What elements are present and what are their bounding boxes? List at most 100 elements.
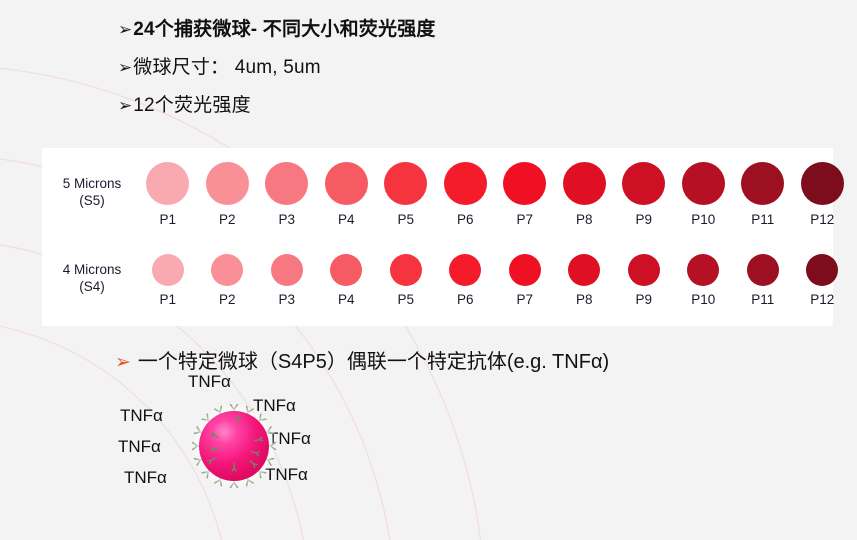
bead-dot bbox=[330, 254, 362, 286]
bead-label: P10 bbox=[691, 292, 715, 307]
bullet-text: 24个捕获微球- 不同大小和荧光强度 bbox=[133, 14, 435, 41]
bead-sphere-group bbox=[192, 404, 276, 488]
slide-canvas: ➢ 24个捕获微球- 不同大小和荧光强度 ➢ 微球尺寸： 4um, 5um ➢ … bbox=[0, 0, 857, 540]
analyte-label: TNFα bbox=[124, 468, 167, 488]
bead-label: P6 bbox=[457, 292, 474, 307]
bead-cells-s5: P1 P2 P3 P4 P5 P6 P7 P8 P9 P10 P11 P12 bbox=[138, 154, 852, 227]
bead-label: P10 bbox=[691, 212, 715, 227]
bead-cell: P12 bbox=[793, 154, 853, 227]
bead-dot bbox=[271, 254, 303, 286]
bead-label: P2 bbox=[219, 212, 236, 227]
bullet-arrow-icon: ➢ bbox=[118, 60, 132, 77]
analyte-label: TNFα bbox=[188, 372, 231, 392]
bead-cell: P6 bbox=[436, 248, 496, 307]
bullet-item-0: ➢ 24个捕获微球- 不同大小和荧光强度 bbox=[118, 14, 436, 41]
antibody-icon bbox=[237, 416, 241, 424]
bead-label: P8 bbox=[576, 292, 593, 307]
bead-cell: P4 bbox=[317, 154, 377, 227]
bead-cell: P5 bbox=[376, 154, 436, 227]
bead-cell: P11 bbox=[733, 154, 793, 227]
bead-cell: P4 bbox=[317, 248, 377, 307]
bead-label: P7 bbox=[516, 212, 533, 227]
bead-row-label-line2: (S5) bbox=[46, 193, 138, 210]
bead-cell: P1 bbox=[138, 154, 198, 227]
bead-cell: P1 bbox=[138, 248, 198, 307]
bead-label: P5 bbox=[397, 292, 414, 307]
bead-label: P4 bbox=[338, 212, 355, 227]
antibody-icon bbox=[232, 463, 236, 471]
bead-label: P11 bbox=[751, 292, 774, 307]
bead-row-label-line1: 5 Microns bbox=[46, 176, 138, 193]
bullet-text: 微球尺寸： 4um, 5um bbox=[133, 52, 321, 79]
bead-dot bbox=[449, 254, 481, 286]
bead-dot bbox=[509, 254, 541, 286]
bead-cell: P5 bbox=[376, 248, 436, 307]
bead-cell: P2 bbox=[198, 248, 258, 307]
bead-dot bbox=[325, 162, 368, 205]
antibody-icon bbox=[251, 451, 259, 455]
bead-cell: P3 bbox=[257, 154, 317, 227]
bead-cell: P9 bbox=[614, 154, 674, 227]
bead-row-label-s5: 5 Microns (S5) bbox=[46, 176, 138, 210]
bead-label: P1 bbox=[159, 292, 176, 307]
bead-label: P3 bbox=[278, 292, 295, 307]
bead-dot bbox=[563, 162, 606, 205]
bullet-item-2: ➢ 12个荧光强度 bbox=[118, 90, 436, 117]
analyte-label: TNFα bbox=[120, 406, 163, 426]
bead-dot bbox=[146, 162, 189, 205]
bead-dot bbox=[568, 254, 600, 286]
bead-dot bbox=[628, 254, 660, 286]
bead-label: P11 bbox=[751, 212, 774, 227]
bead-cell: P7 bbox=[495, 154, 555, 227]
bead-cell: P8 bbox=[555, 248, 615, 307]
bullet-arrow-icon: ➢ bbox=[118, 98, 132, 115]
bullet-item-1: ➢ 微球尺寸： 4um, 5um bbox=[118, 52, 436, 79]
bead-row-label-s4: 4 Microns (S4) bbox=[46, 262, 138, 296]
bead-label: P9 bbox=[635, 292, 652, 307]
bead-row-label-line2: (S4) bbox=[46, 279, 138, 296]
bead-dot bbox=[682, 162, 725, 205]
bead-label: P12 bbox=[810, 212, 834, 227]
bead-label: P5 bbox=[397, 212, 414, 227]
antibody-icon bbox=[208, 458, 216, 464]
bead-cell: P8 bbox=[555, 154, 615, 227]
bead-dot bbox=[211, 254, 243, 286]
bead-cell: P2 bbox=[198, 154, 258, 227]
bullet-arrow-icon: ➢ bbox=[118, 22, 132, 39]
analyte-label: TNFα bbox=[118, 437, 161, 457]
bead-label: P1 bbox=[159, 212, 176, 227]
bead-dot bbox=[265, 162, 308, 205]
bead-dot bbox=[806, 254, 838, 286]
bead-dot bbox=[687, 254, 719, 286]
bead-dot bbox=[206, 162, 249, 205]
bead-cell: P10 bbox=[674, 248, 734, 307]
conjugate-bullet: ➢ 一个特定微球（S4P5）偶联一个特定抗体(e.g. TNFα) bbox=[115, 345, 609, 374]
antibody-layer-front bbox=[192, 404, 276, 488]
antibody-icon bbox=[255, 437, 263, 441]
bead-cell: P6 bbox=[436, 154, 496, 227]
antibody-icon bbox=[250, 461, 257, 468]
bead-dot bbox=[152, 254, 184, 286]
bead-cells-s4: P1 P2 P3 P4 P5 P6 P7 P8 P9 P10 P11 P12 bbox=[138, 248, 852, 307]
bead-label: P6 bbox=[457, 212, 474, 227]
bead-cell: P3 bbox=[257, 248, 317, 307]
bead-dot bbox=[503, 162, 546, 205]
bead-dot bbox=[444, 162, 487, 205]
bead-cell: P12 bbox=[793, 248, 853, 307]
bead-cell: P7 bbox=[495, 248, 555, 307]
bead-label: P12 bbox=[810, 292, 834, 307]
antibody-icon bbox=[211, 448, 219, 452]
antibody-icon bbox=[211, 432, 219, 437]
bead-chart-panel: 5 Microns (S5) P1 P2 P3 P4 P5 P6 P7 P8 P9 P10 P11 P… bbox=[42, 148, 833, 326]
bead-label: P3 bbox=[278, 212, 295, 227]
bead-dot bbox=[747, 254, 779, 286]
bead-dot bbox=[384, 162, 427, 205]
bead-row-label-line1: 4 Microns bbox=[46, 262, 138, 279]
bullet-list: ➢ 24个捕获微球- 不同大小和荧光强度 ➢ 微球尺寸： 4um, 5um ➢ … bbox=[118, 14, 436, 128]
bead-dot bbox=[741, 162, 784, 205]
bullet-arrow-icon: ➢ bbox=[115, 353, 131, 372]
bead-dot bbox=[801, 162, 844, 205]
bead-label: P9 bbox=[635, 212, 652, 227]
bead-cell: P11 bbox=[733, 248, 793, 307]
bead-cell: P9 bbox=[614, 248, 674, 307]
